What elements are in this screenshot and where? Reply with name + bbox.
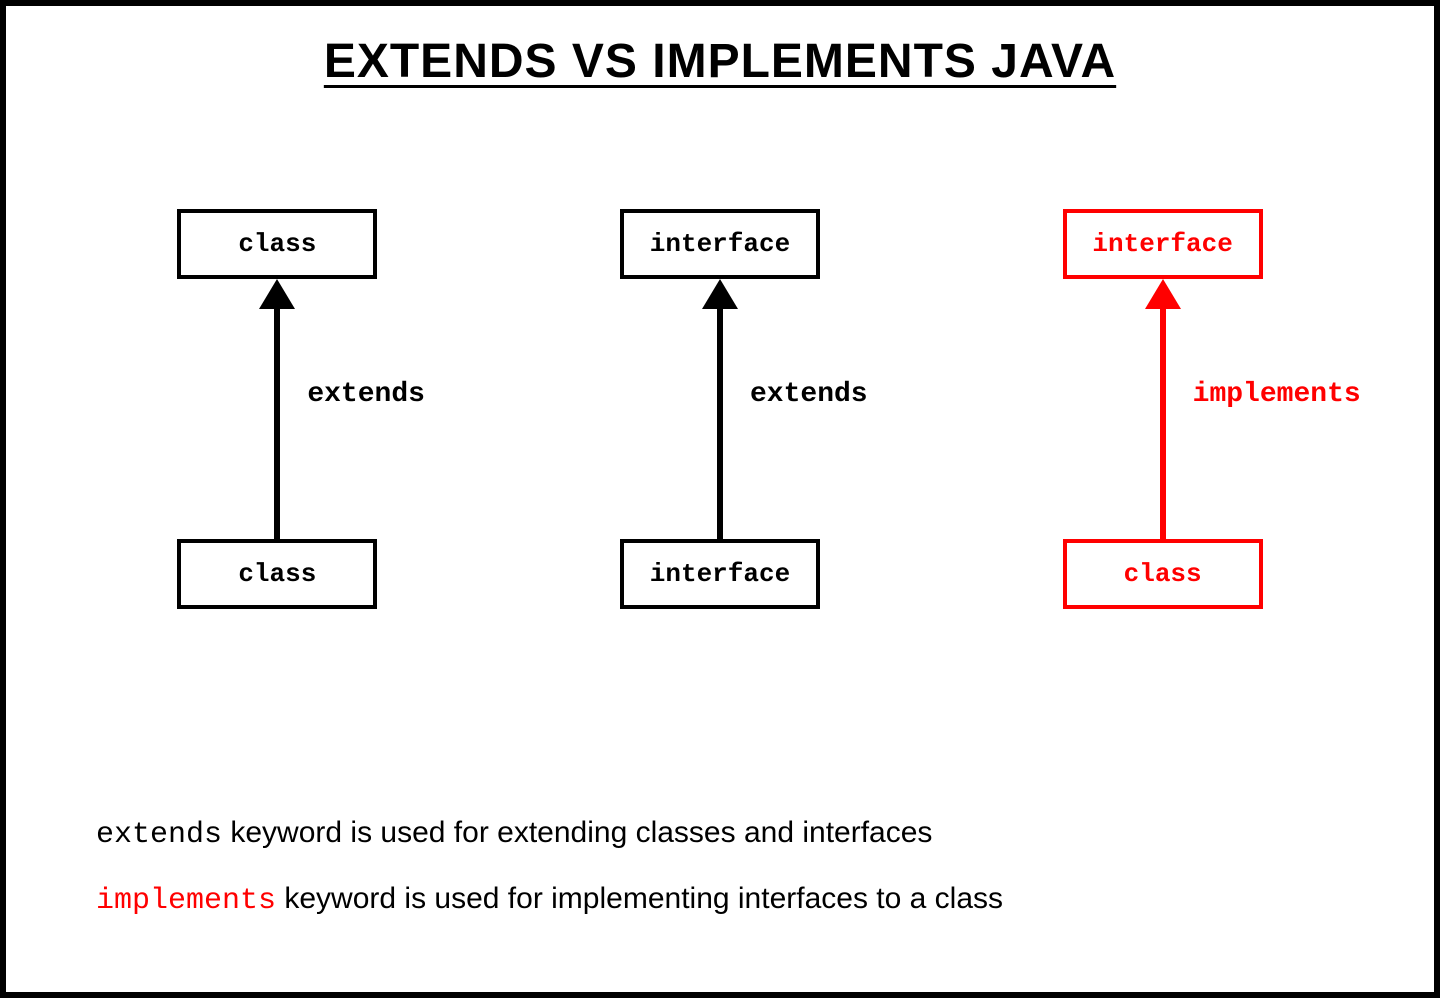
box-bottom: interface xyxy=(620,539,820,609)
columns-row: class extends class interface extends in… xyxy=(6,209,1434,629)
arrowhead-icon xyxy=(259,279,295,309)
note-extends: extends keyword is used for extending cl… xyxy=(96,812,1344,856)
keyword-label: extends xyxy=(750,379,868,410)
column-interface-extends-interface: interface extends interface xyxy=(530,209,910,629)
box-top: interface xyxy=(1063,209,1263,279)
arrow-up-icon xyxy=(1143,279,1183,539)
arrow-shaft xyxy=(717,307,723,539)
column-class-implements-interface: interface implements class xyxy=(973,209,1353,629)
notes-block: extends keyword is used for extending cl… xyxy=(96,790,1344,922)
keyword-label: implements xyxy=(1193,379,1361,410)
box-bottom: class xyxy=(177,539,377,609)
keyword-label: extends xyxy=(307,379,425,410)
note-text: keyword is used for implementing interfa… xyxy=(276,882,1003,915)
note-keyword: extends xyxy=(96,818,222,852)
diagram-frame: EXTENDS VS IMPLEMENTS JAVA class extends… xyxy=(0,0,1440,998)
diagram-title: EXTENDS VS IMPLEMENTS JAVA xyxy=(6,34,1434,89)
box-top: interface xyxy=(620,209,820,279)
note-keyword: implements xyxy=(96,884,276,918)
note-text: keyword is used for extending classes an… xyxy=(222,816,932,849)
arrow-up-icon xyxy=(700,279,740,539)
arrowhead-icon xyxy=(702,279,738,309)
arrow-up-icon xyxy=(257,279,297,539)
box-bottom: class xyxy=(1063,539,1263,609)
arrow-shaft xyxy=(1160,307,1166,539)
note-implements: implements keyword is used for implement… xyxy=(96,878,1344,922)
box-top: class xyxy=(177,209,377,279)
column-class-extends-class: class extends class xyxy=(87,209,467,629)
arrow-shaft xyxy=(274,307,280,539)
arrowhead-icon xyxy=(1145,279,1181,309)
